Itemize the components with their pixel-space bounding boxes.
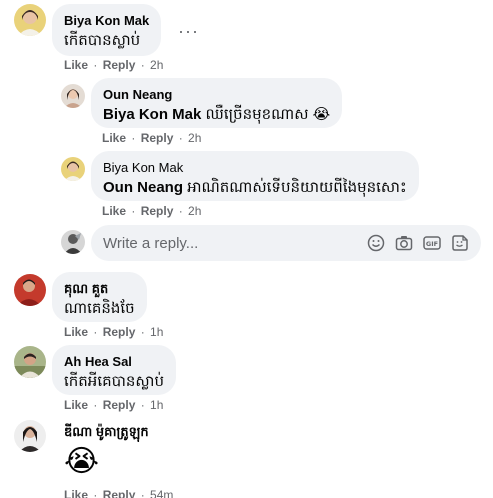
reply-time[interactable]: 2h	[188, 131, 201, 145]
like-link[interactable]: Like	[102, 204, 126, 218]
sticker-icon[interactable]	[451, 234, 469, 252]
comment-bubble: Biya Kon Mak កើតបានស្លាប់	[52, 4, 162, 56]
avatar[interactable]	[61, 157, 85, 181]
avatar[interactable]	[14, 4, 46, 36]
reply-text: Oun Neang អាណិតណាស់ទើបនិយាយពីងៃមុនសោះ	[103, 179, 407, 196]
mention-link[interactable]: Biya Kon Mak	[103, 106, 201, 123]
comment-bubble: Ah Hea Sal កើតអីគេបានស្លាប់	[52, 345, 176, 395]
comment-author[interactable]: គុណ គួត	[64, 280, 135, 298]
comment-emoji: 😭	[64, 445, 100, 478]
comment-actions: Like · Reply · 1h	[64, 325, 164, 339]
comment-author[interactable]: Biya Kon Mak	[64, 12, 149, 30]
reply-link[interactable]: Reply	[103, 58, 136, 72]
comment-actions: Like · Reply · 1h	[64, 398, 164, 412]
reply-time[interactable]: 2h	[188, 204, 201, 218]
reply-author[interactable]: Oun Neang	[103, 86, 330, 104]
comment-author[interactable]: Ah Hea Sal	[64, 353, 164, 371]
reply-link[interactable]: Reply	[103, 398, 136, 412]
comment-time[interactable]: 1h	[150, 398, 163, 412]
person-avatar-outdoor-icon	[14, 346, 46, 378]
reply-actions: Like · Reply · 2h	[102, 204, 202, 218]
comment-text: កើតបានស្លាប់	[64, 32, 141, 49]
like-link[interactable]: Like	[64, 488, 88, 498]
user-avatar-icon	[61, 230, 85, 254]
comment-bubble: គុណ គួត ណាគេនិងចែ	[52, 272, 147, 322]
avatar[interactable]	[14, 274, 46, 306]
gif-icon[interactable]: GIF	[423, 234, 441, 252]
reply-author[interactable]: Biya Kon Mak	[103, 159, 407, 177]
emoji-icon[interactable]	[367, 234, 385, 252]
reply-composer: GIF	[91, 225, 481, 261]
svg-text:GIF: GIF	[426, 240, 438, 248]
comment-actions: Like · Reply · 2h	[64, 58, 164, 72]
reply-link[interactable]: Reply	[141, 204, 174, 218]
woman-avatar-light-icon	[61, 84, 85, 108]
avatar[interactable]	[61, 84, 85, 108]
camera-icon[interactable]	[395, 234, 413, 252]
comment-author[interactable]: ឌីណា ម៉ូគាត្រូឡុក	[64, 424, 149, 443]
like-link[interactable]: Like	[64, 398, 88, 412]
comment-time[interactable]: 2h	[150, 58, 163, 72]
avatar[interactable]	[14, 346, 46, 378]
comment-text: កើតអីគេបានស្លាប់	[64, 373, 164, 390]
more-options-button[interactable]: ···	[178, 22, 199, 40]
comment-time[interactable]: 1h	[150, 325, 163, 339]
comment-text: ណាគេនិងចែ	[64, 300, 135, 317]
comment-time[interactable]: 54m	[150, 488, 173, 498]
like-link[interactable]: Like	[64, 58, 88, 72]
reply-actions: Like · Reply · 2h	[102, 131, 202, 145]
current-user-avatar[interactable]	[61, 230, 85, 254]
person-avatar-red-icon	[14, 274, 46, 306]
like-link[interactable]: Like	[102, 131, 126, 145]
avatar[interactable]	[14, 420, 46, 452]
reply-link[interactable]: Reply	[103, 325, 136, 339]
comment-actions: Like · Reply · 54m	[64, 488, 173, 498]
reply-bubble: Oun Neang Biya Kon Mak ឈឺច្រើនមុខណាស 😭	[91, 78, 343, 128]
woman-avatar-dark-icon	[14, 420, 46, 452]
woman-avatar-yellow-icon	[14, 4, 46, 36]
reply-link[interactable]: Reply	[103, 488, 136, 498]
mention-link[interactable]: Oun Neang	[103, 179, 183, 196]
reply-link[interactable]: Reply	[141, 131, 174, 145]
reply-input[interactable]	[103, 225, 353, 261]
reply-text: Biya Kon Mak ឈឺច្រើនមុខណាស 😭	[103, 106, 331, 123]
woman-avatar-yellow-icon	[61, 157, 85, 181]
reply-bubble: Biya Kon Mak Oun Neang អាណិតណាស់ទើបនិយាយ…	[91, 151, 419, 201]
like-link[interactable]: Like	[64, 325, 88, 339]
